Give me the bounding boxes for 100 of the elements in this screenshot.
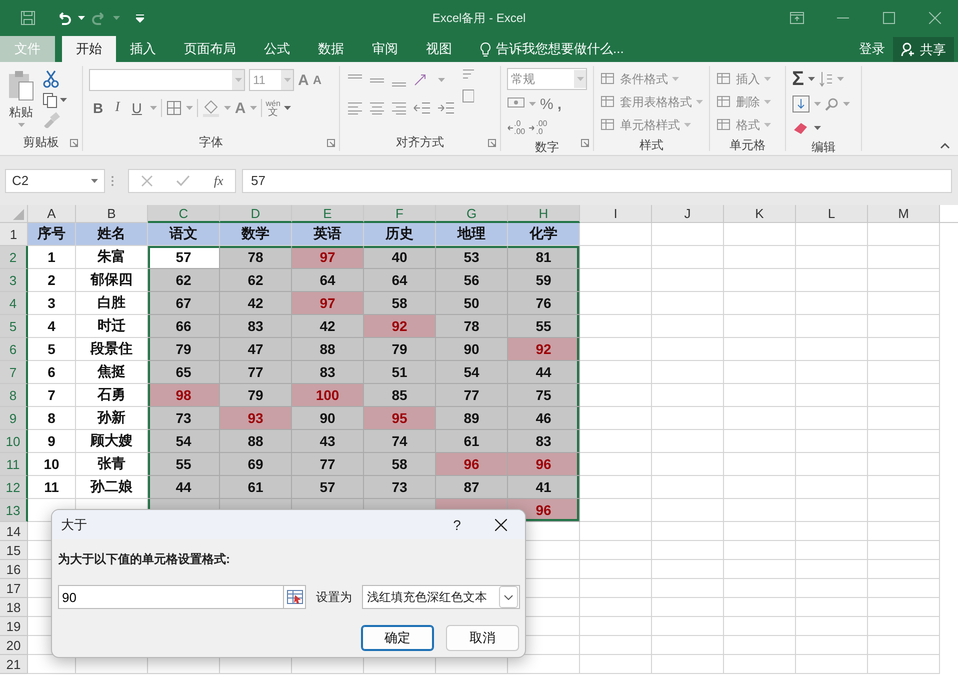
column-header[interactable]: I [580,205,652,223]
ribbon-tab[interactable]: 页面布局 [170,36,250,62]
caret-icon[interactable] [91,178,98,182]
ribbon-menu-button[interactable]: 单元格样式 [600,114,703,136]
collapse-ribbon-icon[interactable] [940,143,950,149]
underline-button[interactable]: U [128,100,146,116]
range-picker-icon[interactable] [286,590,302,604]
sign-in-link[interactable]: 登录 [851,36,893,62]
grow-font-button[interactable]: A [298,72,309,88]
column-header[interactable]: B [76,205,148,223]
caret-icon[interactable] [60,98,67,102]
merge-icon[interactable] [462,88,474,104]
ribbon-tab[interactable]: 数据 [304,36,358,62]
column-header[interactable]: L [796,205,868,223]
caret-icon[interactable] [814,126,821,130]
fill-bucket-icon[interactable] [202,99,220,117]
save-icon[interactable] [20,10,36,26]
help-button[interactable]: ? [437,516,477,532]
dialog-launcher-icon[interactable] [581,139,589,147]
font-size-field[interactable]: 11 [249,69,294,91]
column-header[interactable]: E [292,205,364,223]
phonetic-button[interactable]: wén 文 [266,99,280,117]
select-all-icon[interactable] [13,209,24,220]
column-header[interactable]: G [436,205,508,223]
maximize-icon[interactable] [883,12,895,24]
ribbon-menu-button[interactable]: 插入 [716,68,771,90]
customize-icon[interactable] [136,14,144,22]
column-header[interactable]: M [868,205,940,223]
row-header[interactable]: 16 [0,560,28,579]
column-header[interactable]: J [652,205,724,223]
autosum-button[interactable]: Σ [792,68,804,90]
borders-icon[interactable] [166,100,182,116]
column-header[interactable]: A [28,205,76,223]
row-header[interactable]: 19 [0,617,28,636]
range-picker-button[interactable] [283,585,306,609]
row-header[interactable]: 17 [0,579,28,598]
value-field[interactable]: 90 [58,585,283,609]
ribbon-tab[interactable]: 插入 [116,36,170,62]
row-header[interactable]: 9 [0,407,28,430]
close-icon[interactable] [495,518,507,530]
column-header[interactable]: C [148,205,220,223]
paste-button[interactable]: 粘贴 [9,104,33,121]
sort-icon[interactable] [819,71,834,87]
row-header[interactable]: 6 [0,338,28,361]
font-color-button[interactable]: A [234,100,246,116]
shrink-font-button[interactable]: A [312,73,322,87]
copy-icon[interactable] [42,92,58,108]
row-header[interactable]: 7 [0,361,28,384]
ribbon-menu-button[interactable]: 套用表格格式 [600,91,703,113]
dialog-launcher-icon[interactable] [488,139,496,147]
row-header[interactable]: 8 [0,384,28,407]
fill-down-icon[interactable] [792,95,810,113]
align-right-icon[interactable] [390,100,408,116]
row-header[interactable]: 20 [0,636,28,655]
ribbon-tab[interactable]: 公式 [250,36,304,62]
row-header[interactable]: 15 [0,541,28,560]
search-icon[interactable] [825,97,839,111]
caret-icon[interactable] [808,77,816,81]
caret-icon[interactable] [284,106,292,110]
enter-icon[interactable] [176,174,190,186]
percent-button[interactable]: % [540,96,554,112]
insert-function-button[interactable]: fx [214,172,224,188]
row-header[interactable]: 3 [0,269,28,292]
row-header[interactable]: 21 [0,655,28,674]
ribbon-tab[interactable]: 开始 [62,36,116,62]
row-header[interactable]: 5 [0,315,28,338]
font-name-field[interactable] [89,69,245,91]
row-header[interactable]: 11 [0,453,28,476]
format-dropdown[interactable]: 浅红填充色深红色文本 [362,585,520,609]
decrease-indent-icon[interactable] [412,100,432,116]
decrease-decimal-button[interactable]: .00 .0 [529,120,548,136]
name-box[interactable]: C2 [5,168,105,192]
comma-button[interactable]: , [557,96,562,112]
share-button[interactable]: 共享 [893,37,954,62]
cancel-button[interactable]: 取消 [446,625,519,651]
ribbon-tab[interactable]: 审阅 [358,36,412,62]
formula-field[interactable]: 57 [242,168,952,192]
row-header[interactable]: 4 [0,292,28,315]
ribbon-menu-button[interactable]: 格式 [716,114,771,136]
dialog-launcher-icon[interactable] [70,139,78,147]
row-header[interactable]: 13 [0,499,28,522]
ribbon-menu-button[interactable]: 条件格式 [600,68,703,90]
scissors-icon[interactable] [42,70,60,88]
increase-indent-icon[interactable] [436,100,456,116]
increase-decimal-button[interactable]: .0 .00 [507,120,526,136]
ribbon-display-icon[interactable] [790,12,804,24]
caret-icon[interactable] [78,16,85,20]
column-header[interactable]: F [364,205,436,223]
ok-button[interactable]: 确定 [361,625,434,651]
row-header[interactable]: 1 [0,223,28,246]
align-left-icon[interactable] [346,100,364,116]
eraser-icon[interactable] [792,121,810,135]
row-header[interactable]: 2 [0,246,28,269]
ribbon-tab[interactable]: 视图 [412,36,466,62]
italic-button[interactable]: I [111,100,124,116]
row-header[interactable]: 18 [0,598,28,617]
column-header[interactable]: K [724,205,796,223]
tell-me-field[interactable]: 告诉我您想要做什么... [496,40,624,58]
align-center-icon[interactable] [368,100,386,116]
more-options-icon[interactable] [111,174,114,186]
